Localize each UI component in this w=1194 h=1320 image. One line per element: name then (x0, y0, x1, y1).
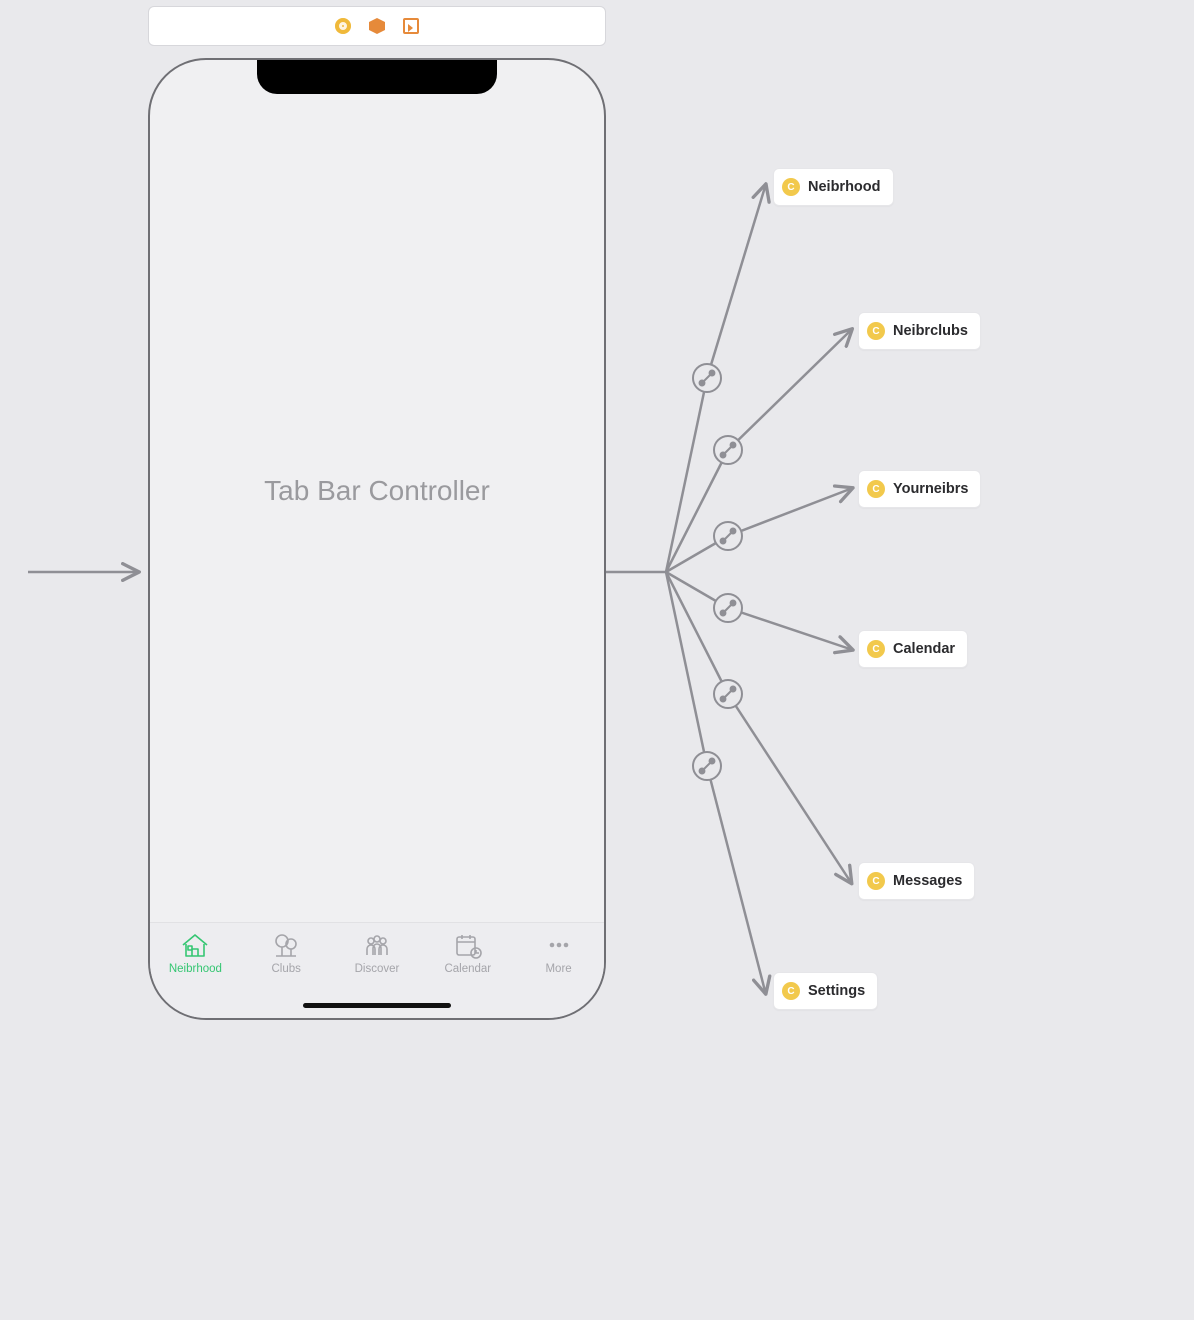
scene-header-icon-1[interactable] (334, 17, 352, 35)
dest-pill[interactable]: C Yourneibrs (858, 470, 981, 508)
controller-icon: C (867, 872, 885, 890)
tab-neibrhood[interactable]: Neibrhood (153, 931, 237, 975)
dest-label: Yourneibrs (893, 481, 968, 497)
tab-more[interactable]: More (517, 931, 601, 975)
tab-discover[interactable]: Discover (335, 931, 419, 975)
tab-clubs[interactable]: Clubs (244, 931, 328, 975)
scene-header-icon-2[interactable] (368, 17, 386, 35)
dest-label: Calendar (893, 641, 955, 657)
dest-pill[interactable]: C Settings (773, 972, 878, 1010)
tab-label: Neibrhood (169, 963, 222, 975)
home-indicator (303, 1003, 451, 1008)
scene-header-bar (148, 6, 606, 46)
scene-title: Tab Bar Controller (150, 60, 604, 922)
tab-calendar[interactable]: Calendar (426, 931, 510, 975)
dest-label: Neibrhood (808, 179, 881, 195)
tab-label: Calendar (444, 963, 491, 975)
scene-header-icon-3[interactable] (402, 17, 420, 35)
controller-icon: C (867, 322, 885, 340)
more-icon (543, 931, 575, 959)
house-icon (179, 931, 211, 959)
dest-label: Neibrclubs (893, 323, 968, 339)
iphone-frame: Tab Bar Controller Neibrhood (148, 58, 606, 1020)
dest-pill[interactable]: C Neibrhood (773, 168, 894, 206)
people-icon (361, 931, 393, 959)
calendar-icon (452, 931, 484, 959)
controller-icon: C (867, 640, 885, 658)
tab-label: Clubs (271, 963, 300, 975)
tree-icon (270, 931, 302, 959)
dest-pill[interactable]: C Calendar (858, 630, 968, 668)
tab-label: More (545, 963, 571, 975)
controller-icon: C (867, 480, 885, 498)
dest-pill[interactable]: C Messages (858, 862, 975, 900)
controller-icon: C (782, 178, 800, 196)
tab-label: Discover (355, 963, 400, 975)
dest-label: Messages (893, 873, 962, 889)
dest-pill[interactable]: C Neibrclubs (858, 312, 981, 350)
dest-label: Settings (808, 983, 865, 999)
controller-icon: C (782, 982, 800, 1000)
